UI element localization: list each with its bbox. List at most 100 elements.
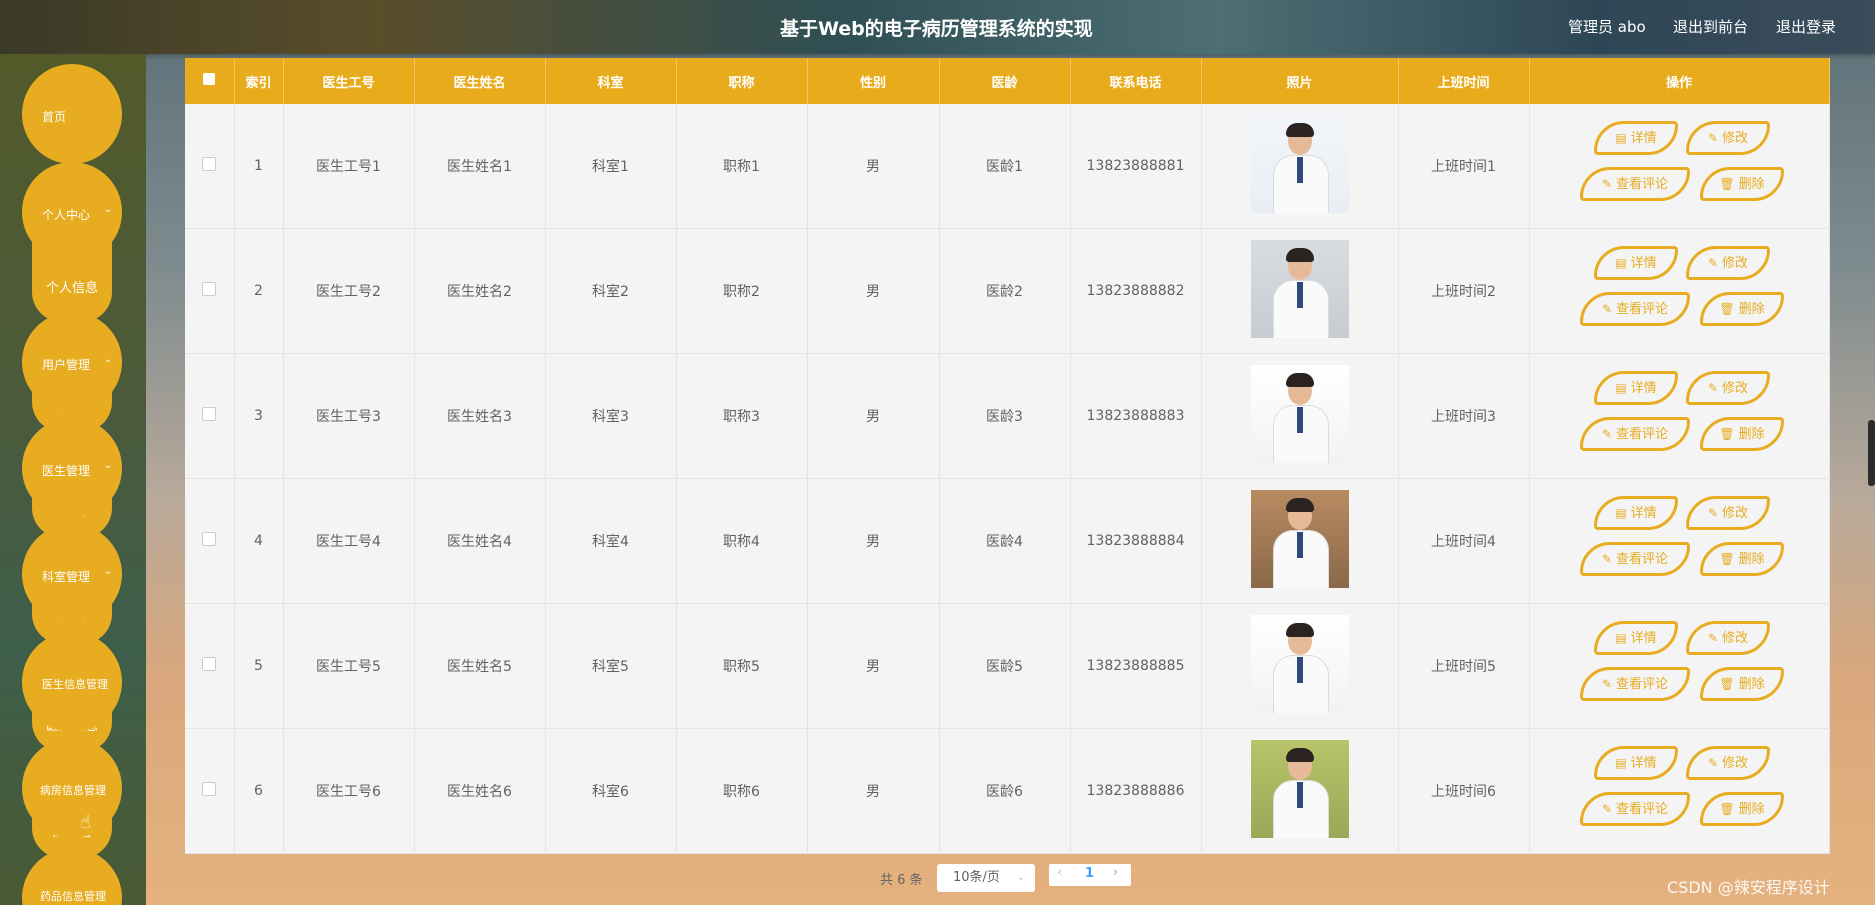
- sidebar-item-label: 个人中心: [42, 208, 91, 222]
- page-number[interactable]: 1: [1085, 866, 1094, 881]
- scrollbar[interactable]: [1868, 420, 1875, 486]
- back-to-front-link[interactable]: 退出到前台: [1673, 16, 1748, 37]
- next-page-icon[interactable]: ›: [1113, 865, 1118, 880]
- document-icon: ▤: [1615, 381, 1627, 395]
- sidebar-item-label: 病房信息管理: [40, 784, 106, 797]
- cell-years: 医龄1: [939, 104, 1071, 229]
- cell-name: 医生姓名1: [414, 104, 546, 229]
- cell-index: 5: [234, 603, 284, 729]
- cell-shift: 上班时间1: [1398, 104, 1530, 229]
- sidebar-item-home[interactable]: 首页: [22, 64, 122, 164]
- cell-phone: 13823888886: [1070, 728, 1202, 854]
- delete-button[interactable]: 🗑 删除: [1700, 417, 1784, 451]
- sidebar-item-profile[interactable]: 个人信息: [32, 268, 112, 310]
- table-row: 5 医生工号5 医生姓名5 科室5 职称5 男医龄5 13823888885 上班时间5 ▤ 详情…: [185, 603, 1830, 729]
- row-checkbox[interactable]: [185, 228, 235, 354]
- pencil-icon: ✎: [1707, 756, 1719, 770]
- col-phone: 联系电话: [1070, 58, 1202, 104]
- prev-page-icon[interactable]: ‹: [1057, 865, 1062, 880]
- sidebar-item-personal-center[interactable]: 个人中心 ⌄: [22, 162, 122, 262]
- sidebar-item-doctor-info-management[interactable]: 医生信息管理: [22, 632, 122, 732]
- view-comments-button[interactable]: ✎ 查看评论: [1580, 292, 1690, 326]
- col-photo: 照片: [1201, 58, 1399, 104]
- sidebar-item-label: 医生信息管理: [42, 678, 108, 691]
- cell-dept: 科室1: [545, 104, 677, 229]
- row-checkbox[interactable]: [185, 728, 235, 854]
- cell-years: 医龄3: [939, 353, 1071, 479]
- view-comments-button[interactable]: ✎ 查看评论: [1580, 542, 1690, 576]
- cell-name: 医生姓名4: [414, 478, 546, 604]
- page-size-value: 10条/页: [953, 870, 1000, 885]
- document-icon: ▤: [1615, 756, 1627, 770]
- total-count: 共 6 条: [880, 873, 923, 888]
- detail-button[interactable]: ▤ 详情: [1594, 246, 1678, 280]
- detail-button[interactable]: ▤ 详情: [1594, 371, 1678, 405]
- cell-gender: 男: [807, 104, 940, 229]
- pager-controls: ‹ 1 ›: [1049, 864, 1131, 886]
- chevron-down-icon: ⌄: [103, 460, 112, 471]
- cell-shift: 上班时间3: [1398, 353, 1530, 479]
- table-row: 4 医生工号4 医生姓名4 科室4 职称4 男医龄4 13823888884 上班时间4 ▤ 详情…: [185, 478, 1830, 604]
- edit-button[interactable]: ✎ 修改: [1686, 371, 1770, 405]
- col-doctor-id: 医生工号: [283, 58, 415, 104]
- view-comments-button[interactable]: ✎ 查看评论: [1580, 667, 1690, 701]
- cell-id: 医生工号1: [283, 104, 415, 229]
- cell-actions: ▤ 详情 ✎ 修改 ✎ 查看评论 🗑 删除: [1529, 228, 1830, 354]
- detail-button[interactable]: ▤ 详情: [1594, 746, 1678, 780]
- document-icon: ▤: [1615, 631, 1627, 645]
- sidebar-item-label: 用户管理: [42, 358, 91, 372]
- edit-button[interactable]: ✎ 修改: [1686, 496, 1770, 530]
- sidebar-item-label: 科室管理: [42, 570, 91, 584]
- app-title: 基于Web的电子病历管理系统的实现: [780, 18, 1093, 40]
- edit-button[interactable]: ✎ 修改: [1686, 621, 1770, 655]
- col-title: 职称: [676, 58, 808, 104]
- cell-dept: 科室2: [545, 228, 677, 354]
- delete-button[interactable]: 🗑 删除: [1700, 167, 1784, 201]
- row-checkbox[interactable]: [185, 353, 235, 479]
- trash-icon: 🗑: [1719, 177, 1735, 191]
- view-comments-button[interactable]: ✎ 查看评论: [1580, 417, 1690, 451]
- sidebar-item-label: 首页: [42, 110, 67, 124]
- chevron-down-icon: ⌄: [103, 204, 112, 215]
- delete-button[interactable]: 🗑 删除: [1700, 542, 1784, 576]
- page-size-select[interactable]: 10条/页 ⌄: [937, 864, 1035, 892]
- row-checkbox[interactable]: [185, 104, 235, 229]
- logout-link[interactable]: 退出登录: [1776, 16, 1836, 37]
- chevron-down-icon: ⌄: [1016, 872, 1025, 883]
- row-checkbox[interactable]: [185, 603, 235, 729]
- cell-index: 2: [234, 228, 284, 354]
- cell-phone: 13823888885: [1070, 603, 1202, 729]
- cell-dept: 科室6: [545, 728, 677, 854]
- delete-button[interactable]: 🗑 删除: [1700, 667, 1784, 701]
- sidebar-item-user-management[interactable]: 用户管理 ⌄: [22, 312, 122, 412]
- doctor-photo: [1250, 240, 1349, 338]
- cell-id: 医生工号2: [283, 228, 415, 354]
- detail-button[interactable]: ▤ 详情: [1594, 496, 1678, 530]
- watermark: CSDN @辣安程序设计: [1667, 878, 1830, 897]
- cell-dept: 科室4: [545, 478, 677, 604]
- delete-button[interactable]: 🗑 删除: [1700, 292, 1784, 326]
- col-department: 科室: [545, 58, 677, 104]
- view-comments-button[interactable]: ✎ 查看评论: [1580, 167, 1690, 201]
- cell-index: 1: [234, 104, 284, 229]
- cell-name: 医生姓名3: [414, 353, 546, 479]
- cell-name: 医生姓名6: [414, 728, 546, 854]
- cell-actions: ▤ 详情 ✎ 修改 ✎ 查看评论 🗑 删除: [1529, 478, 1830, 604]
- cell-photo: [1201, 353, 1399, 479]
- col-years: 医龄: [939, 58, 1071, 104]
- cell-shift: 上班时间4: [1398, 478, 1530, 604]
- edit-button[interactable]: ✎ 修改: [1686, 246, 1770, 280]
- view-comments-button[interactable]: ✎ 查看评论: [1580, 792, 1690, 826]
- sidebar-item-doctor-management[interactable]: 医生管理 ⌄: [22, 418, 122, 518]
- select-all-checkbox[interactable]: [185, 58, 235, 104]
- detail-button[interactable]: ▤ 详情: [1594, 121, 1678, 155]
- sidebar-item-department-management[interactable]: 科室管理 ⌄: [22, 524, 122, 624]
- edit-button[interactable]: ✎ 修改: [1686, 746, 1770, 780]
- cell-id: 医生工号4: [283, 478, 415, 604]
- sidebar-item-ward-info-management[interactable]: 病房信息管理: [22, 738, 122, 838]
- cell-years: 医龄6: [939, 728, 1071, 854]
- detail-button[interactable]: ▤ 详情: [1594, 621, 1678, 655]
- delete-button[interactable]: 🗑 删除: [1700, 792, 1784, 826]
- edit-button[interactable]: ✎ 修改: [1686, 121, 1770, 155]
- row-checkbox[interactable]: [185, 478, 235, 604]
